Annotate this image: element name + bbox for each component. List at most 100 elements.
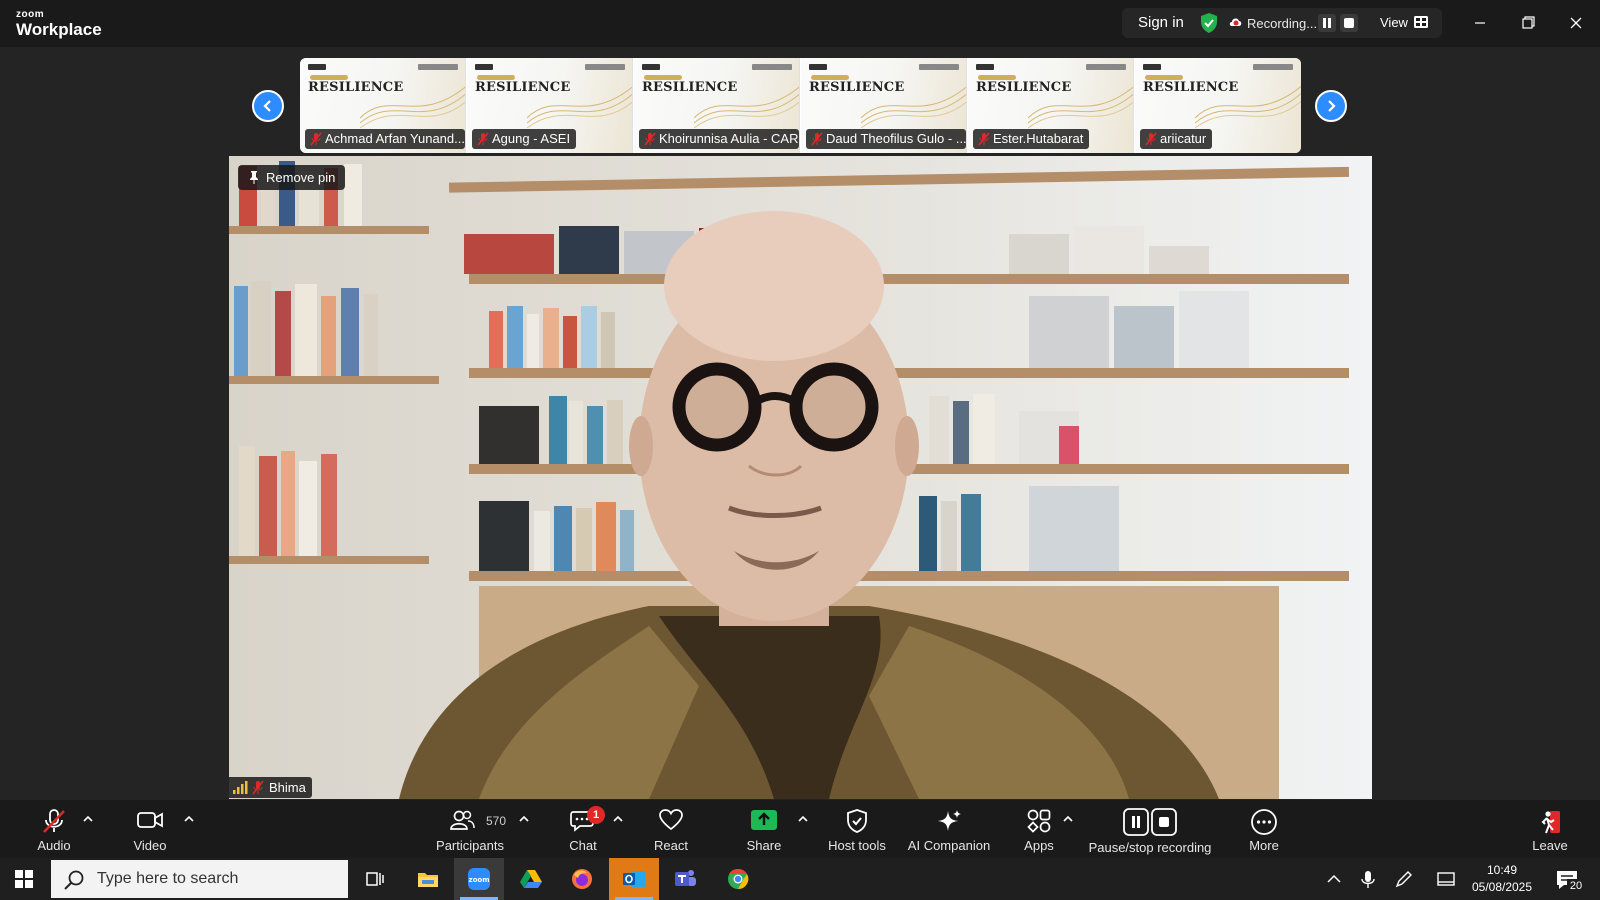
- audio-button[interactable]: Audio: [24, 800, 84, 858]
- outlook-icon: [623, 871, 645, 887]
- participant-name: Khoirunnisa Aulia - CAR: [659, 131, 799, 146]
- task-view-icon: [366, 872, 384, 886]
- ai-companion-label: AI Companion: [907, 838, 991, 853]
- teams-icon: [675, 870, 696, 886]
- taskbar-clock[interactable]: 10:49 05/08/2025: [1466, 862, 1538, 896]
- apps-label: Apps: [1024, 838, 1054, 853]
- participant-name: Agung - ASEI: [492, 131, 571, 146]
- participant-thumbnail[interactable]: RESILIENCE ariicatur: [1135, 58, 1301, 153]
- react-label: React: [654, 838, 688, 853]
- participant-name: Ester.Hutabarat: [993, 131, 1084, 146]
- zoom-app[interactable]: zoom: [454, 858, 504, 900]
- participant-thumbnail[interactable]: RESILIENCE Daud Theofilus Gulo - ...: [801, 58, 967, 153]
- participant-thumbnail[interactable]: RESILIENCE Achmad Arfan Yunand...: [300, 58, 466, 153]
- pin-icon: [250, 171, 258, 184]
- chat-options-caret-icon[interactable]: [612, 814, 624, 824]
- pause-stop-recording-icon: [1123, 808, 1177, 836]
- pause-recording-button[interactable]: [1318, 14, 1336, 32]
- participant-thumbnail[interactable]: RESILIENCE Ester.Hutabarat: [968, 58, 1134, 153]
- share-button[interactable]: Share: [734, 800, 794, 858]
- pause-stop-recording-button[interactable]: Pause/stop recording: [1087, 800, 1213, 858]
- previous-page-button[interactable]: [252, 90, 284, 122]
- sign-in-link[interactable]: Sign in: [1138, 14, 1184, 31]
- slide-logos: [1143, 64, 1293, 70]
- pen-tray-icon[interactable]: [1394, 869, 1414, 889]
- participant-thumbnail[interactable]: RESILIENCE Khoirunnisa Aulia - CAR: [634, 58, 800, 153]
- firefox-app[interactable]: [557, 858, 607, 900]
- sparkle-icon: [938, 810, 961, 831]
- participant-thumbnail[interactable]: RESILIENCE Agung - ASEI: [467, 58, 633, 153]
- participant-name-tag: Achmad Arfan Yunand...: [305, 129, 465, 149]
- react-button[interactable]: React: [641, 800, 701, 858]
- taskbar-search-box[interactable]: Type here to search: [51, 860, 348, 898]
- host-tools-label: Host tools: [828, 838, 886, 853]
- grid-view-icon[interactable]: [1414, 16, 1428, 28]
- participant-name: Daud Theofilus Gulo - ...: [826, 131, 966, 146]
- stop-recording-button[interactable]: [1340, 14, 1358, 32]
- chat-label: Chat: [569, 838, 597, 853]
- chrome-app[interactable]: [713, 858, 763, 900]
- apps-icon: [1027, 809, 1051, 833]
- cloud-recording-icon: [1229, 18, 1242, 26]
- display-tray-icon[interactable]: [1436, 869, 1456, 889]
- leave-label: Leave: [1532, 838, 1568, 853]
- restore-icon[interactable]: [1514, 10, 1542, 36]
- folder-icon: [418, 873, 438, 887]
- chat-button[interactable]: Chat: [553, 800, 613, 858]
- participants-button[interactable]: Participants: [430, 800, 510, 858]
- meeting-toolbar: Audio Video Participants 570 Chat 1 Reac…: [0, 800, 1600, 858]
- more-button[interactable]: More: [1234, 800, 1294, 858]
- active-speaker-video[interactable]: [229, 156, 1372, 799]
- participants-options-caret-icon[interactable]: [518, 814, 530, 824]
- leave-meeting-icon: [1541, 811, 1560, 834]
- windows-start-icon[interactable]: [15, 870, 33, 888]
- participant-name: ariicatur: [1160, 131, 1207, 146]
- slide-wave-graphic: [694, 86, 799, 129]
- shield-icon: [847, 809, 867, 833]
- participant-name-tag: Daud Theofilus Gulo - ...: [806, 129, 966, 149]
- muted-mic-icon: [978, 132, 990, 146]
- audio-options-caret-icon[interactable]: [82, 814, 94, 824]
- speaker-video-frame: [229, 156, 1372, 799]
- muted-mic-icon: [644, 132, 656, 146]
- ai-companion-button[interactable]: AI Companion: [902, 800, 996, 858]
- participants-label: Participants: [436, 838, 504, 853]
- search-placeholder: Type here to search: [97, 870, 239, 887]
- slide-logos: [809, 64, 959, 70]
- google-drive-app[interactable]: [506, 858, 556, 900]
- slide-wave-graphic: [1195, 85, 1301, 129]
- next-page-button[interactable]: [1315, 90, 1347, 122]
- close-icon[interactable]: [1562, 10, 1590, 36]
- security-shield-icon[interactable]: [1199, 12, 1219, 34]
- participant-name-tag: ariicatur: [1140, 129, 1213, 149]
- more-options-icon: [1251, 809, 1277, 835]
- view-button[interactable]: View: [1380, 15, 1408, 30]
- muted-mic-icon: [811, 132, 823, 146]
- logo-zoom-text: zoom: [16, 9, 45, 20]
- teams-app[interactable]: [660, 858, 710, 900]
- windows-taskbar: Type here to search zoom 10:49 05/08/202…: [0, 858, 1600, 900]
- video-options-caret-icon[interactable]: [183, 814, 195, 824]
- outlook-app[interactable]: [609, 858, 659, 900]
- microphone-tray-icon[interactable]: [1358, 869, 1378, 889]
- logo-workplace-text: Workplace: [16, 20, 102, 39]
- task-view-button[interactable]: [350, 858, 400, 900]
- remove-pin-button[interactable]: Remove pin: [238, 165, 346, 190]
- apps-button[interactable]: Apps: [1009, 800, 1069, 858]
- host-tools-button[interactable]: Host tools: [822, 800, 892, 858]
- slide-logos: [308, 64, 458, 70]
- chevron-up-icon[interactable]: [1324, 869, 1344, 889]
- file-explorer-app[interactable]: [403, 858, 453, 900]
- minimize-icon[interactable]: [1466, 10, 1494, 36]
- speaker-name: Bhima: [269, 780, 306, 795]
- speaker-name-tag: Bhima: [229, 777, 312, 798]
- slide-wave-graphic: [861, 86, 966, 129]
- leave-button[interactable]: Leave: [1520, 800, 1580, 858]
- apps-options-caret-icon[interactable]: [1062, 814, 1074, 824]
- participants-count: 570: [486, 814, 507, 828]
- signal-strength-icon: [233, 781, 248, 794]
- slide-logos: [976, 64, 1126, 70]
- share-options-caret-icon[interactable]: [797, 814, 809, 824]
- video-button[interactable]: Video: [120, 800, 180, 858]
- svg-text:zoom: zoom: [469, 876, 490, 884]
